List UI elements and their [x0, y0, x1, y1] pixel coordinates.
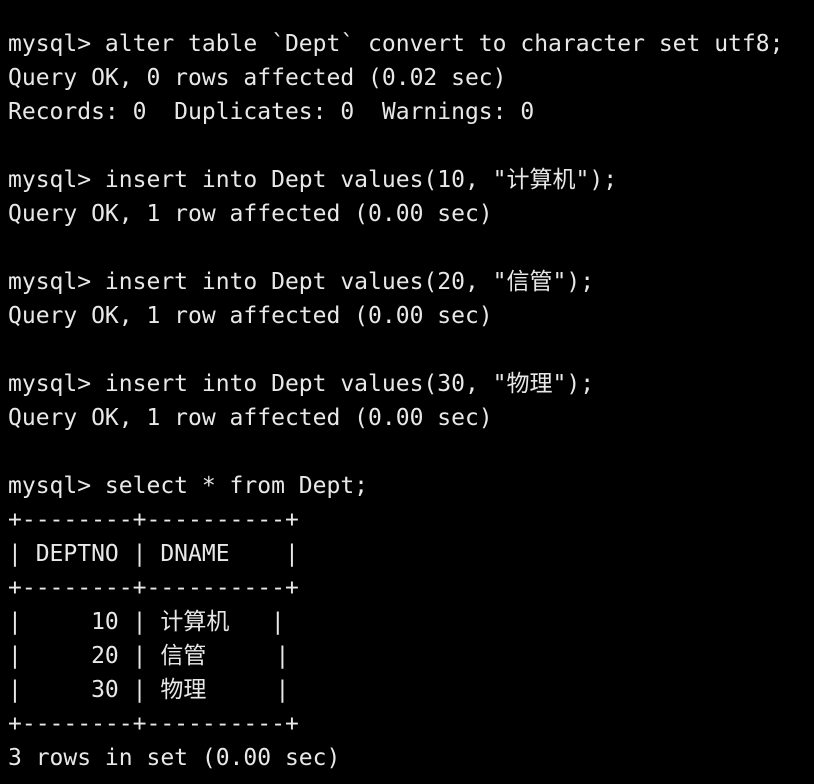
- result-alter-table: Query OK, 0 rows affected (0.02 sec): [8, 65, 507, 91]
- result-insert-30: Query OK, 1 row affected (0.00 sec): [8, 405, 493, 431]
- command-insert-10: mysql> insert into Dept values(10, "计算机"…: [8, 167, 618, 193]
- table-row: | 30 | 物理 |: [8, 677, 290, 703]
- records-summary: Records: 0 Duplicates: 0 Warnings: 0: [8, 99, 535, 125]
- command-insert-30: mysql> insert into Dept values(30, "物理")…: [8, 371, 595, 397]
- table-row: | 10 | 计算机 |: [8, 609, 285, 635]
- table-row: | 20 | 信管 |: [8, 643, 290, 669]
- command-alter-table: mysql> alter table `Dept` convert to cha…: [8, 31, 784, 57]
- terminal-window[interactable]: mysql> alter table `Dept` convert to cha…: [0, 0, 814, 784]
- table-border-middle: +--------+----------+: [8, 575, 299, 601]
- command-insert-20: mysql> insert into Dept values(20, "信管")…: [8, 269, 595, 295]
- table-border-top: +--------+----------+: [8, 507, 299, 533]
- table-border-bottom: +--------+----------+: [8, 711, 299, 737]
- result-insert-20: Query OK, 1 row affected (0.00 sec): [8, 303, 493, 329]
- table-header-row: | DEPTNO | DNAME |: [8, 541, 299, 567]
- result-select: 3 rows in set (0.00 sec): [8, 745, 341, 771]
- command-select: mysql> select * from Dept;: [8, 473, 369, 499]
- result-insert-10: Query OK, 1 row affected (0.00 sec): [8, 201, 493, 227]
